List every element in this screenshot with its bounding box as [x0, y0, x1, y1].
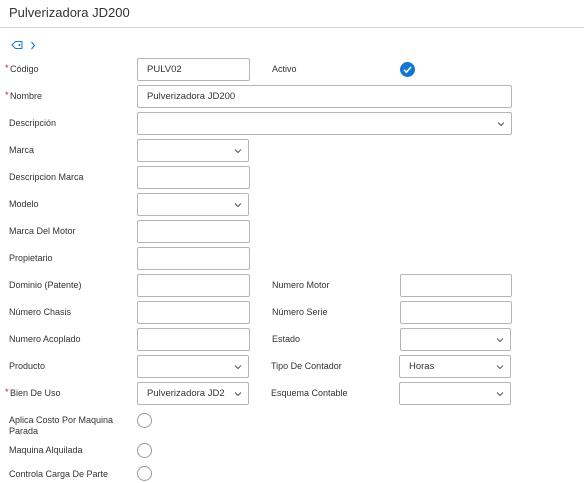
chevron-down-icon	[234, 203, 242, 208]
chevron-down-icon	[234, 392, 242, 397]
tipo-contador-value: Horas	[409, 361, 435, 372]
chevron-down-icon	[234, 365, 242, 370]
chevron-down-icon	[496, 338, 504, 343]
numero-chasis-input[interactable]	[137, 301, 250, 324]
bien-de-uso-value: Pulverizadora JD2	[147, 388, 225, 399]
estado-select[interactable]	[400, 328, 511, 351]
producto-label: Producto	[9, 361, 46, 371]
required-marker: *	[5, 90, 9, 100]
propietario-input[interactable]	[137, 247, 250, 270]
controla-carga-toggle[interactable]	[137, 466, 152, 481]
estado-label: Estado	[272, 334, 301, 344]
numero-acoplado-input[interactable]	[137, 328, 250, 351]
checkmark-icon	[403, 66, 412, 74]
numero-acoplado-label: Numero Acoplado	[9, 334, 81, 344]
tipo-contador-label: Tipo De Contador	[271, 361, 342, 371]
esquema-contable-label: Esquema Contable	[271, 388, 348, 398]
maquina-alquilada-toggle[interactable]	[137, 443, 152, 458]
activo-checkbox[interactable]	[400, 62, 415, 77]
producto-select[interactable]	[137, 355, 249, 378]
required-marker: *	[5, 387, 9, 397]
chevron-down-icon	[234, 149, 242, 154]
marca-label: Marca	[9, 145, 35, 155]
page-title: Pulverizadora JD200	[9, 5, 130, 20]
tipo-contador-select[interactable]: Horas	[399, 355, 511, 378]
dominio-input[interactable]	[137, 274, 250, 297]
dominio-label: Dominio (Patente)	[9, 280, 82, 290]
numero-motor-label: Numero Motor	[272, 280, 330, 290]
numero-serie-label: Número Serie	[272, 307, 328, 317]
modelo-select[interactable]	[137, 193, 249, 216]
tag-icon[interactable]	[11, 40, 23, 50]
esquema-contable-select[interactable]	[399, 382, 511, 405]
chevron-down-icon	[497, 122, 505, 127]
chevron-down-icon	[496, 392, 504, 397]
codigo-input[interactable]: PULV02	[137, 58, 250, 81]
numero-serie-input[interactable]	[400, 301, 512, 324]
marca-motor-input[interactable]	[137, 220, 250, 243]
nombre-input[interactable]: Pulverizadora JD200	[137, 85, 512, 108]
descripcion-marca-input[interactable]	[137, 166, 250, 189]
marca-motor-label: Marca Del Motor	[9, 226, 76, 236]
descripcion-label: Descripción	[9, 118, 57, 128]
required-marker: *	[5, 63, 9, 73]
title-divider	[0, 27, 584, 28]
codigo-label: Código	[10, 64, 39, 74]
nombre-label: Nombre	[10, 91, 43, 101]
maquina-alquilada-label: Maquina Alquilada	[9, 445, 83, 455]
bien-de-uso-select[interactable]: Pulverizadora JD2	[137, 382, 249, 405]
modelo-label: Modelo	[9, 199, 39, 209]
descripcion-marca-label: Descripcion Marca	[9, 172, 84, 182]
numero-motor-input[interactable]	[400, 274, 512, 297]
breadcrumb	[11, 38, 36, 52]
chevron-down-icon	[496, 365, 504, 370]
aplica-costo-toggle[interactable]	[137, 413, 152, 428]
propietario-label: Propietario	[9, 253, 53, 263]
numero-chasis-label: Número Chasis	[9, 307, 72, 317]
controla-carga-label: Controla Carga De Parte	[9, 469, 109, 479]
descripcion-select[interactable]	[137, 112, 512, 135]
bien-de-uso-label: Bien De Uso	[10, 388, 61, 398]
marca-select[interactable]	[137, 139, 249, 162]
chevron-right-icon[interactable]	[30, 41, 36, 50]
activo-label: Activo	[272, 64, 297, 74]
aplica-costo-label: Aplica Costo Por Maquina Parada	[9, 415, 114, 436]
